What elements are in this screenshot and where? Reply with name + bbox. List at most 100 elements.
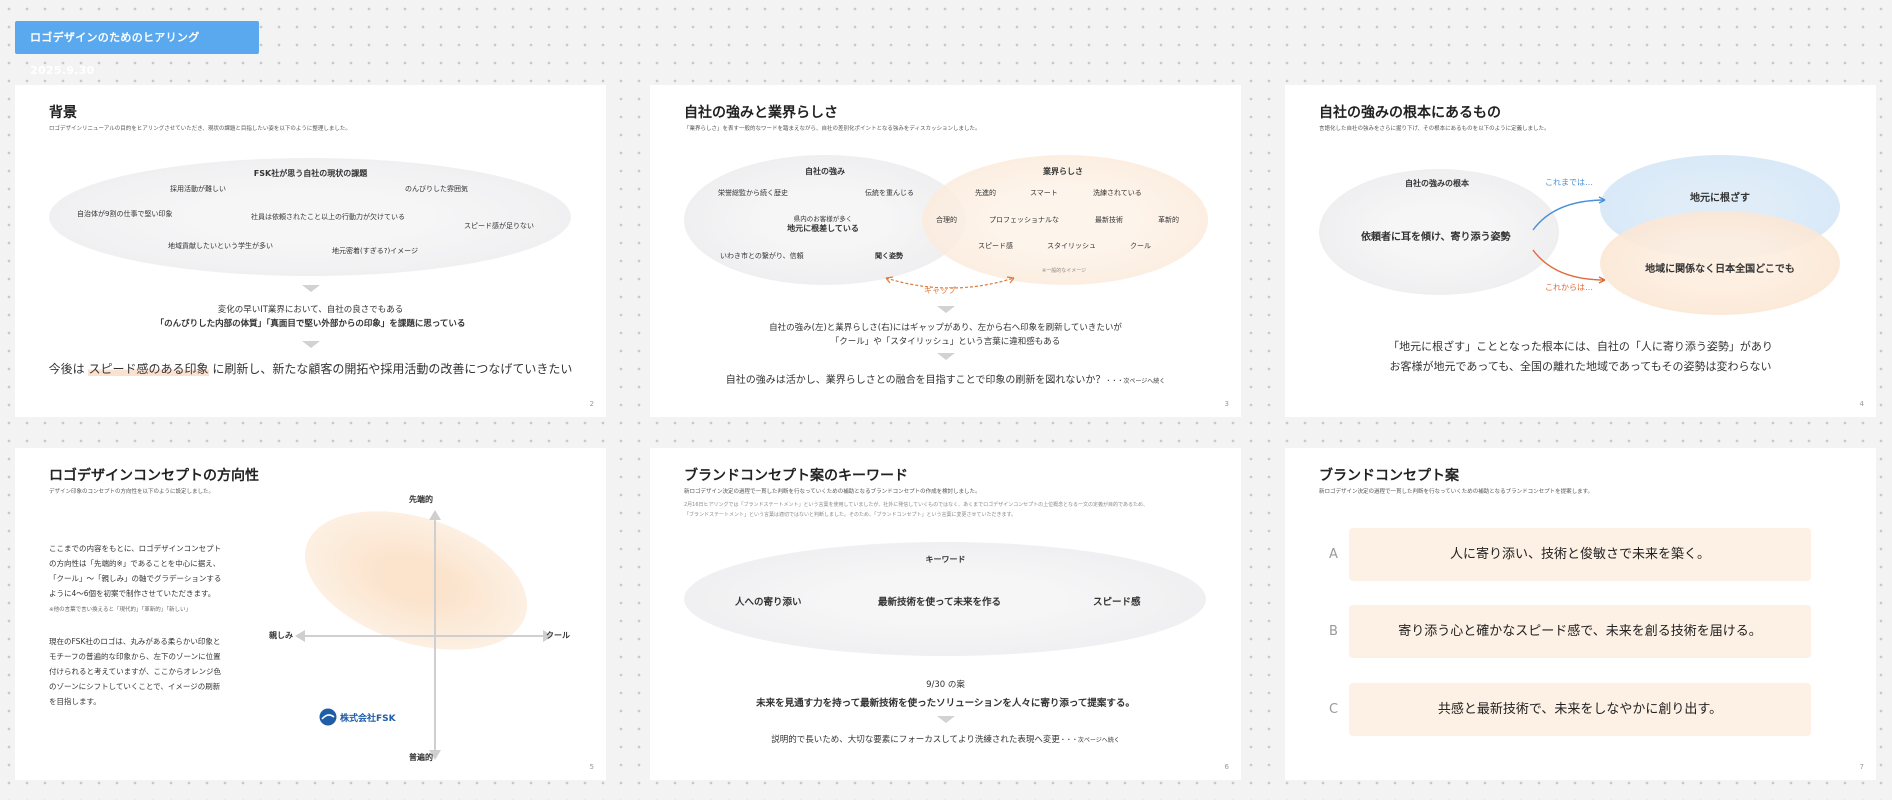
slide-subtitle: 新ロゴデザイン決定の過程で一貫した判断を行なっていくための補助となるブランドコン… [684,489,981,495]
strength-item: 聞く姿勢 [875,252,903,260]
body-line: ように4〜6個を初案で制作させていただきます。 [49,589,216,598]
local-label: 地元に根ざす [1690,193,1750,204]
strength-item: 地元に根差している [787,224,859,233]
logo-text: 株式会社FSK [340,713,396,724]
concept-option-c[interactable]: 共感と最新技術で、未来をしなやかに創り出す。 [1349,683,1811,736]
down-arrow-icon [937,716,955,723]
summary-line: 「地元に根ざす」こととなった根本には、自社の「人に寄り添う姿勢」があり [1388,340,1773,353]
upper-label: これまでは… [1545,178,1593,187]
lower-label: これからは… [1545,283,1593,292]
industry-item: スタイリッシュ [1047,242,1096,250]
industry-item: スピード感 [978,242,1013,250]
issue-item: 地元密着(すぎる?)イメージ [332,247,419,255]
summary-line: 自社の強み(左)と業界らしさ(右)にはギャップがあり、左から右へ印象を刷新してい… [769,323,1122,333]
axis-bottom-label: 普遍的 [409,753,433,762]
issue-item: 地域貢献したいという学生が多い [168,242,273,250]
body-line: のゾーンにシフトしていくことで、イメージの刷新 [49,682,221,691]
current-logo: 株式会社FSK [319,708,396,726]
keyword-item: 最新技術を使って未来を作る [878,597,1002,608]
plan-label: 9/30 の案 [926,680,965,690]
down-arrow-icon [937,353,955,360]
axis-top-label: 先端的 [409,495,433,504]
root-main: 依頼者に耳を傾け、寄り添う姿勢 [1361,232,1511,243]
slide-background[interactable]: 背景 ロゴデザインリニューアルの目的をヒアリングさせていただき、現状の課題と目指… [15,85,606,417]
concept-option-b[interactable]: 寄り添う心と確かなスピード感で、未来を創る技術を届ける。 [1349,605,1811,658]
page-number: 6 [1224,763,1229,771]
fsk-logo-icon [319,708,337,726]
header-badge[interactable]: ロゴデザインのためのヒアリング 2025.9.30 [15,21,259,77]
strength-item: いわき市との繋がり、信頼 [720,252,804,260]
issue-item: 採用活動が難しい [170,185,226,193]
down-arrow-icon [302,341,320,348]
axis-left-label: 親しみ [269,631,293,640]
page-number: 7 [1859,763,1864,771]
note-line: 「ブランドステートメント」という言葉は適切ではないと判断しました。そのため、「ブ… [684,512,1017,518]
page-number: 4 [1859,400,1864,408]
industry-item: クール [1130,242,1151,250]
summary-line: 変化の早いIT業界において、自社の良さでもある [217,305,404,315]
conclusion: 今後は スピード感のある印象 に刷新し、新たな顧客の開拓や採用活動の改善につなげ… [48,362,573,376]
slide-subtitle: ロゴデザインリニューアルの目的をヒアリングさせていただき、現状の課題と目指したい… [49,126,351,132]
industry-item: プロフェッショナルな [989,216,1059,224]
issue-item: 自治体が9割の仕事で堅い印象 [77,210,173,218]
industry-item: 先進的 [975,189,996,197]
option-label: A [1329,547,1338,562]
conclusion: 説明的で長いため、大切な要素にフォーカスしてより洗練された表現へ変更・・・次ペー… [771,735,1120,745]
plan-text: 未来を見通す力を持って最新技術を使ったソリューションを人々に寄り添って提案する。 [756,698,1135,709]
issue-item: 社員は依頼されたこと以上の行動力が欠けている [251,213,405,221]
slide-keywords[interactable]: ブランドコンセプト案のキーワード 新ロゴデザイン決定の過程で一貫した判断を行なっ… [650,448,1241,780]
conclusion: 自社の強みは活かし、業界らしさとの融合を目指すことで印象の刷新を図れないか？・・… [725,375,1166,386]
note-line: 2月16日ヒアリングでは「ブランドステートメント」という言葉を使用していましたが… [684,502,1148,508]
gap-label: ギャップ [924,286,956,295]
strength-item: 栄誉総監から続く歴史 [718,189,788,197]
slide-subtitle: 「業界らしさ」を表す一般的なワードを踏まえながら、自社の差別化ポイントとなる強み… [684,126,981,132]
slide-subtitle: 新ロゴデザイン決定の過程で一貫した判断を行なっていくための補助となるブランドコン… [1319,489,1594,495]
slide-brand-concept[interactable]: ブランドコンセプト案 新ロゴデザイン決定の過程で一貫した判断を行なっていくための… [1285,448,1876,780]
industry-note: ※一般的なイメージ [1042,268,1087,274]
body-line: 付けられると考えていますが、ここからオレンジ色 [49,667,221,676]
page-number: 3 [1224,400,1229,408]
slide-subtitle: 言語化した自社の強みをさらに掘り下げ、その根本にあるものを以下のように定義しまし… [1319,126,1550,132]
keyword-title: キーワード [925,555,966,564]
slide-title: ロゴデザインコンセプトの方向性 [49,468,259,484]
body-line: を目指します。 [49,697,101,706]
strength-title: 自社の強み [805,167,845,176]
body-line: の方向性は「先端的※」であることを中心に据え、 [49,559,221,568]
body-line: モチーフの普遍的な印象から、左下のゾーンに位置 [49,652,221,661]
summary-line: 「クール」や「スタイリッシュ」という言葉に違和感もある [830,337,1061,347]
summary-line: 「のんびりした内部の体質」「真面目で堅い外部からの印象」を課題に思っている [155,319,466,329]
industry-item: 洗練されている [1093,189,1142,197]
slide-title: 背景 [49,105,77,121]
slide-subtitle: デザイン印象のコンセプトの方向性を以下のように設定しました。 [49,489,215,495]
strength-item: 県内のお客様が多く [793,215,853,223]
industry-item: スマート [1030,189,1058,197]
issue-item: スピード感が足りない [464,222,534,230]
summary-line: お客様が地元であっても、全国の離れた地域であってもその姿勢は変わらない [1389,360,1772,373]
slide-title: ブランドコンセプト案のキーワード [684,468,908,484]
strength-item: 伝統を重んじる [865,189,914,197]
body-line: ここまでの内容をもとに、ロゴデザインコンセプト [49,544,222,553]
slide-title: ブランドコンセプト案 [1319,468,1459,484]
page-number: 2 [589,400,594,408]
down-arrow-icon [302,285,320,292]
oval-title: FSK社が思う自社の現状の課題 [253,169,368,178]
industry-title: 業界らしさ [1043,167,1083,176]
root-title: 自社の強みの根本 [1405,179,1469,188]
slide-root-of-strength[interactable]: 自社の強みの根本にあるもの 言語化した自社の強みをさらに掘り下げ、その根本にある… [1285,85,1876,417]
nationwide-label: 地域に関係なく日本全国どこでも [1645,264,1795,275]
slide-strengths[interactable]: 自社の強みと業界らしさ 「業界らしさ」を表す一般的なワードを踏まえながら、自社の… [650,85,1241,417]
page-number: 5 [589,763,594,771]
body-line: 現在のFSK社のロゴは、丸みがある柔らかい印象と [49,637,221,646]
concept-option-a[interactable]: 人に寄り添い、技術と俊敏さで未来を築く。 [1349,528,1811,581]
body-note: ※他の言葉で言い換えると「現代的」「革新的」「新しい」 [49,607,191,613]
keyword-item: スピード感 [1093,597,1141,608]
slide-concept-direction[interactable]: ロゴデザインコンセプトの方向性 デザイン印象のコンセプトの方向性を以下のように設… [15,448,606,780]
slide-title: 自社の強みの根本にあるもの [1319,105,1501,121]
down-arrow-icon [937,306,955,313]
option-label: C [1329,702,1339,717]
issue-item: のんびりした雰囲気 [405,185,468,193]
option-label: B [1329,624,1338,639]
body-line: 「クール」〜「親しみ」の軸でグラデーションする [49,574,222,583]
industry-item: 最新技術 [1095,216,1123,224]
keyword-item: 人への寄り添い [735,597,802,608]
